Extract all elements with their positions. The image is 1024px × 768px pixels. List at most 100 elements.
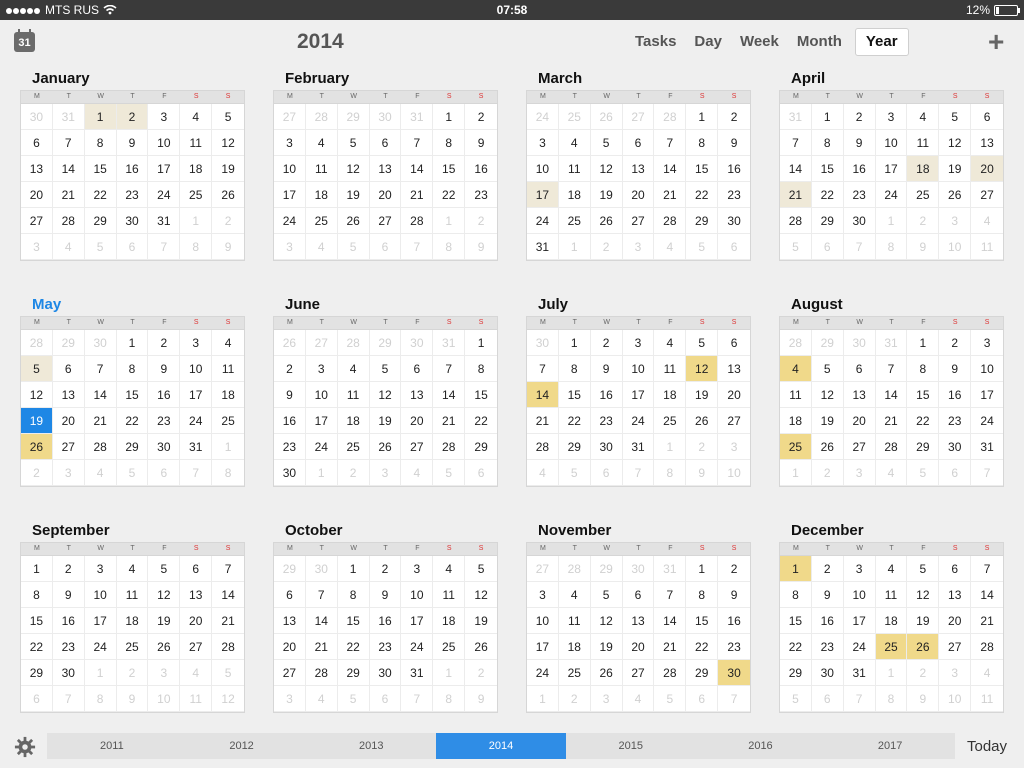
- day-cell[interactable]: 23: [274, 434, 306, 460]
- day-cell[interactable]: 18: [907, 156, 940, 182]
- day-cell[interactable]: 7: [84, 356, 117, 382]
- day-cell[interactable]: 9: [811, 582, 844, 608]
- day-cell[interactable]: 8: [433, 686, 466, 712]
- day-cell[interactable]: 17: [622, 382, 655, 408]
- day-cell[interactable]: 9: [843, 130, 876, 156]
- day-cell[interactable]: 29: [369, 330, 402, 356]
- day-cell[interactable]: 26: [590, 104, 623, 130]
- day-cell[interactable]: 14: [84, 382, 117, 408]
- day-cell[interactable]: 4: [433, 556, 466, 582]
- day-cell[interactable]: 15: [780, 608, 812, 634]
- day-cell[interactable]: 23: [369, 634, 402, 660]
- day-cell[interactable]: 13: [369, 156, 402, 182]
- day-cell[interactable]: 8: [780, 582, 812, 608]
- day-cell[interactable]: 6: [116, 234, 149, 260]
- day-cell[interactable]: 25: [337, 434, 370, 460]
- day-cell[interactable]: 10: [274, 156, 306, 182]
- day-cell[interactable]: 15: [84, 156, 117, 182]
- day-cell[interactable]: 7: [654, 582, 687, 608]
- day-cell[interactable]: 24: [875, 182, 908, 208]
- day-cell[interactable]: 7: [401, 686, 434, 712]
- year-2016[interactable]: 2016: [696, 733, 826, 759]
- day-cell[interactable]: 2: [116, 104, 149, 130]
- day-cell[interactable]: 3: [52, 460, 85, 486]
- day-cell[interactable]: 25: [654, 408, 687, 434]
- day-cell[interactable]: 13: [622, 608, 655, 634]
- day-cell[interactable]: 26: [369, 434, 402, 460]
- day-cell[interactable]: 14: [654, 608, 687, 634]
- day-cell[interactable]: 4: [971, 208, 1003, 234]
- day-cell[interactable]: 24: [527, 660, 559, 686]
- day-cell[interactable]: 20: [274, 634, 306, 660]
- day-cell[interactable]: 21: [84, 408, 117, 434]
- day-cell[interactable]: 8: [84, 686, 117, 712]
- day-cell[interactable]: 5: [212, 104, 244, 130]
- day-cell[interactable]: 20: [718, 382, 750, 408]
- day-cell[interactable]: 5: [780, 686, 812, 712]
- day-cell[interactable]: 29: [811, 208, 844, 234]
- day-cell[interactable]: 27: [622, 104, 655, 130]
- day-cell[interactable]: 18: [180, 156, 213, 182]
- day-cell[interactable]: 19: [590, 182, 623, 208]
- day-cell[interactable]: 5: [558, 460, 591, 486]
- day-cell[interactable]: 28: [654, 208, 687, 234]
- calendar-icon[interactable]: 31: [14, 29, 35, 52]
- day-cell[interactable]: 2: [718, 104, 750, 130]
- day-cell[interactable]: 6: [274, 582, 306, 608]
- day-cell[interactable]: 27: [369, 208, 402, 234]
- day-cell[interactable]: 23: [811, 634, 844, 660]
- day-cell[interactable]: 12: [590, 156, 623, 182]
- day-cell[interactable]: 26: [21, 434, 53, 460]
- day-cell[interactable]: 8: [686, 582, 719, 608]
- day-cell[interactable]: 3: [84, 556, 117, 582]
- day-cell[interactable]: 31: [180, 434, 213, 460]
- day-cell[interactable]: 5: [116, 460, 149, 486]
- day-cell[interactable]: 6: [465, 460, 497, 486]
- day-cell[interactable]: 7: [52, 130, 85, 156]
- day-cell[interactable]: 8: [180, 234, 213, 260]
- day-cell[interactable]: 8: [654, 460, 687, 486]
- day-cell[interactable]: 5: [337, 130, 370, 156]
- day-cell[interactable]: 30: [21, 104, 53, 130]
- day-cell[interactable]: 2: [465, 104, 497, 130]
- day-cell[interactable]: 28: [305, 104, 338, 130]
- day-cell[interactable]: 11: [654, 356, 687, 382]
- day-cell[interactable]: 11: [116, 582, 149, 608]
- day-cell[interactable]: 31: [622, 434, 655, 460]
- day-cell[interactable]: 27: [52, 434, 85, 460]
- day-cell[interactable]: 1: [875, 660, 908, 686]
- year-2012[interactable]: 2012: [177, 733, 307, 759]
- day-cell[interactable]: 4: [527, 460, 559, 486]
- day-cell[interactable]: 9: [907, 234, 940, 260]
- day-cell[interactable]: 25: [433, 634, 466, 660]
- day-cell[interactable]: 7: [433, 356, 466, 382]
- day-cell[interactable]: 1: [527, 686, 559, 712]
- day-cell[interactable]: 10: [939, 234, 972, 260]
- day-cell[interactable]: 15: [686, 156, 719, 182]
- day-cell[interactable]: 18: [558, 182, 591, 208]
- day-cell[interactable]: 27: [527, 556, 559, 582]
- day-cell[interactable]: 2: [21, 460, 53, 486]
- day-cell[interactable]: 23: [718, 182, 750, 208]
- month-august[interactable]: August M T W T F S S 28 29 30 31 1 2 3 4 5 6 7 8 9 10 11 12 13 14…: [779, 296, 1004, 487]
- day-cell[interactable]: 9: [148, 356, 181, 382]
- day-cell[interactable]: 4: [180, 660, 213, 686]
- day-cell[interactable]: 5: [84, 234, 117, 260]
- day-cell[interactable]: 2: [811, 556, 844, 582]
- day-cell[interactable]: 25: [180, 182, 213, 208]
- day-cell[interactable]: 4: [305, 686, 338, 712]
- day-cell[interactable]: 13: [718, 356, 750, 382]
- day-cell[interactable]: 6: [939, 460, 972, 486]
- day-cell[interactable]: 1: [558, 330, 591, 356]
- day-cell[interactable]: 26: [939, 182, 972, 208]
- day-cell[interactable]: 5: [780, 234, 812, 260]
- day-cell[interactable]: 3: [148, 660, 181, 686]
- month-title[interactable]: February: [273, 70, 498, 90]
- day-cell[interactable]: 20: [939, 608, 972, 634]
- day-cell[interactable]: 15: [21, 608, 53, 634]
- day-cell[interactable]: 1: [116, 330, 149, 356]
- day-cell[interactable]: 17: [84, 608, 117, 634]
- day-cell[interactable]: 12: [907, 582, 940, 608]
- day-cell[interactable]: 25: [907, 182, 940, 208]
- day-cell[interactable]: 30: [116, 208, 149, 234]
